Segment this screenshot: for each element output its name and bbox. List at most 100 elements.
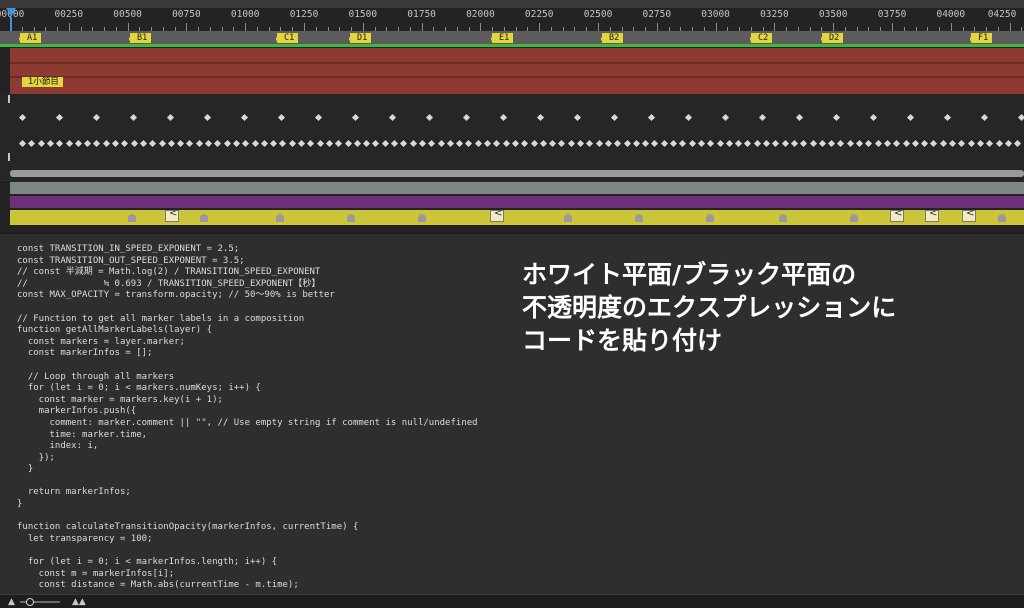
code-line: comment: marker.comment || "", // Use em… [17, 417, 478, 428]
code-line: for (let i = 0; i < markerInfos.length; … [17, 557, 278, 568]
layer-marker-icon[interactable] [128, 214, 136, 222]
layer-bar-purple[interactable] [10, 196, 1024, 208]
code-line: const markers = layer.marker; [17, 336, 185, 347]
caption-line-2: 不透明度のエクスプレッションに [522, 293, 897, 322]
marker-d2[interactable]: D2 [820, 33, 844, 43]
ruler-tick [68, 23, 70, 31]
code-line: const distance = Math.abs(currentTime - … [17, 580, 299, 591]
in-point-icon[interactable] [8, 153, 10, 161]
work-area-bar[interactable] [0, 44, 1024, 47]
ruler-label: 02250 [524, 9, 554, 20]
code-line: // Loop through all markers [17, 371, 175, 382]
ruler-tick [362, 23, 364, 31]
transition-key-icon[interactable] [890, 208, 904, 222]
marker-d1[interactable]: D1 [348, 33, 372, 43]
ruler-tick [539, 23, 541, 31]
code-line: }); [17, 452, 55, 463]
layer-track[interactable] [0, 150, 1024, 166]
dense-keyframe-bar[interactable] [10, 170, 1024, 177]
ruler-tick [598, 23, 599, 31]
layer-marker-icon[interactable] [706, 214, 714, 222]
layer-marker-icon[interactable] [347, 214, 355, 222]
ruler-tick [480, 23, 482, 31]
ruler-label: 03750 [877, 9, 907, 20]
code-line: let transparency = 100; [17, 533, 153, 544]
ruler-label: 04000 [936, 9, 966, 20]
layer-track[interactable] [0, 94, 1024, 109]
marker-b2[interactable]: B2 [600, 33, 624, 43]
layer-marker-label: 1小節目 [28, 77, 59, 87]
ruler-tick [774, 23, 776, 31]
ruler-tick [186, 23, 188, 31]
layer-marker-icon[interactable] [635, 214, 643, 222]
layer-marker-icon[interactable] [200, 214, 208, 222]
transition-key-icon[interactable] [165, 208, 179, 222]
layer-divider [10, 76, 1024, 78]
zoom-out-icon[interactable]: ▲ [8, 597, 15, 607]
ruler-label: 01250 [289, 9, 319, 20]
zoom-in-icon[interactable]: ▲▲ [72, 597, 86, 607]
audio-layer-group[interactable] [10, 48, 1024, 94]
ruler-label: 02000 [466, 9, 495, 20]
code-line: const TRANSITION_IN_SPEED_EXPONENT = 2.5… [17, 244, 240, 254]
composition-marker-bar[interactable]: A1 B1 C1 D1 E1 B2 C2 D2 F1 [0, 31, 1024, 44]
time-ruler[interactable]: 0000000250005000075001000012500150001750… [0, 0, 1024, 31]
marker-e1[interactable]: E1 [490, 33, 514, 43]
caption-line-1: ホワイト平面/ブラック平面の [522, 260, 857, 289]
layer-divider [10, 62, 1024, 64]
zoom-slider-knob[interactable] [26, 598, 34, 606]
marker-f1[interactable]: F1 [969, 33, 993, 43]
ruler-label: 00250 [54, 9, 84, 20]
ruler-label: 03250 [760, 9, 789, 20]
layer-marker-icon[interactable] [418, 214, 426, 222]
ruler-label: 02750 [642, 9, 672, 20]
ruler-tick [833, 23, 835, 31]
ruler-label: 04250 [987, 9, 1017, 20]
code-line: const TRANSITION_OUT_SPEED_EXPONENT = 3.… [17, 255, 245, 266]
code-line: const marker = markers.key(i + 1); [17, 394, 223, 405]
ruler-label: 01000 [230, 9, 260, 20]
code-line: function getAllMarkerLabels(layer) { [17, 325, 213, 336]
after-effects-timeline-window: 0000000250005000075001000012500150001750… [0, 0, 1024, 608]
code-line: index: i, [17, 441, 99, 452]
layer-marker-icon[interactable] [998, 214, 1006, 222]
ruler-label: 01500 [348, 9, 378, 20]
code-line: const MAX_OPACITY = transform.opacity; /… [17, 290, 335, 301]
marker-b1[interactable]: B1 [128, 33, 152, 43]
ruler-tick [245, 23, 247, 31]
in-point-icon[interactable] [8, 95, 10, 103]
code-line: // ≒ 0.693 / TRANSITION_SPEED_EXPONENT【秒… [17, 278, 321, 289]
ruler-label: 03000 [701, 9, 730, 20]
code-line: return markerInfos; [17, 487, 131, 498]
ruler-tick [421, 23, 423, 31]
caption-line-3: コードを貼り付け [522, 326, 723, 355]
layer-marker[interactable]: 1小節目 [22, 77, 63, 87]
layer-bar-gray[interactable] [10, 182, 1024, 194]
marker-c2[interactable]: C2 [749, 33, 773, 43]
layer-marker-icon[interactable] [850, 214, 858, 222]
ruler-tick [304, 23, 305, 31]
expression-code[interactable]: const TRANSITION_IN_SPEED_EXPONENT = 2.5… [17, 244, 478, 592]
layer-marker-icon[interactable] [564, 214, 572, 222]
marker-c1[interactable]: C1 [275, 33, 299, 43]
code-line: const m = markerInfos[i]; [17, 568, 175, 579]
layer-marker-icon[interactable] [276, 214, 284, 222]
layer-bar-yellow[interactable] [10, 210, 1024, 225]
marker-a1[interactable]: A1 [18, 33, 42, 43]
ruler-tick [656, 23, 658, 31]
transition-key-icon[interactable] [962, 208, 976, 222]
layer-marker-icon[interactable] [779, 214, 787, 222]
transition-key-icon[interactable] [490, 208, 504, 222]
ruler-label: 00750 [172, 9, 201, 20]
ruler-tick [715, 23, 717, 31]
transition-key-icon[interactable] [925, 208, 939, 222]
ruler-tick [892, 23, 893, 31]
code-line: time: marker.time, [17, 429, 148, 440]
ruler-tick [1009, 23, 1011, 31]
playhead-icon[interactable] [6, 8, 16, 17]
